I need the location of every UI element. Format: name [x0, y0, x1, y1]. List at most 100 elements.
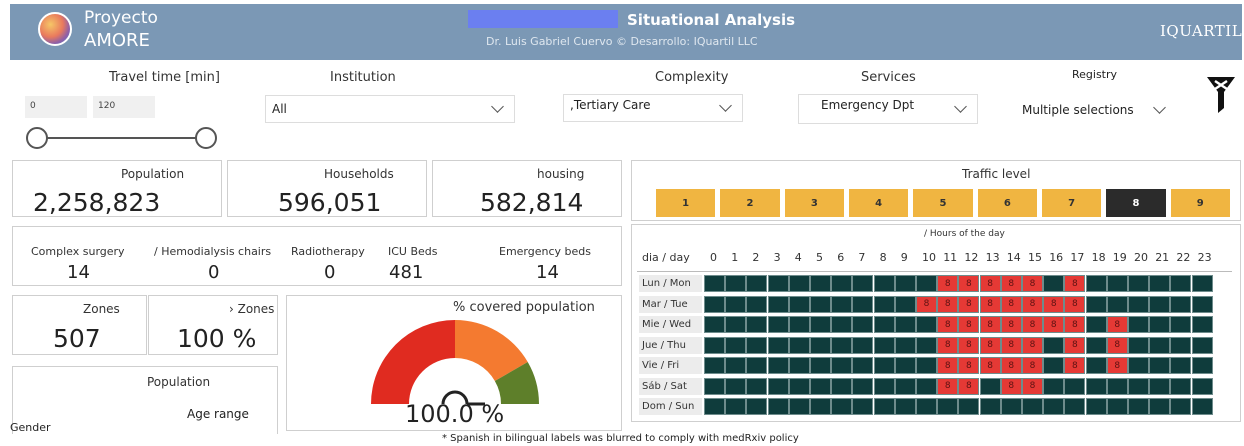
- hour-label: 4: [794, 251, 802, 264]
- housing-label: housing: [537, 167, 585, 181]
- travel-time-slider-track[interactable]: [36, 137, 208, 139]
- gauge-title: % covered population: [453, 300, 595, 315]
- chevron-down-icon: [954, 100, 967, 113]
- gender-label: Gender: [10, 421, 51, 434]
- zones-label: Zones: [83, 302, 120, 316]
- zones-value: 507: [53, 324, 101, 353]
- traffic-level-title: Traffic level: [962, 167, 1031, 181]
- complexity-label: Complexity: [655, 70, 729, 85]
- coverage-gauge-card: % covered population 100.0 %: [286, 295, 622, 431]
- households-card: Households 596,051: [227, 160, 427, 217]
- complex-surgery-label: Complex surgery: [31, 245, 125, 258]
- zones-card: Zones 507: [12, 295, 147, 355]
- hour-label: 13: [985, 251, 1000, 264]
- services-label: Services: [861, 70, 916, 85]
- title-highlight: [468, 10, 618, 28]
- hour-label: 0: [710, 251, 717, 264]
- hour-label: 2: [752, 251, 760, 264]
- hour-label: 15: [1028, 251, 1042, 264]
- hour-label: 19: [1112, 251, 1127, 264]
- traffic-level-card: Traffic level 123456789: [631, 160, 1241, 221]
- hour-label: 12: [964, 251, 979, 264]
- hour-label: 20: [1134, 251, 1148, 264]
- hours-header-row: 0 1 2 3 4 5 6 7 8 9 10 11 12 13 14 15 16 17 18 19 20 21 22 23: [632, 225, 1242, 423]
- brand-logo: IQUARTIL: [1160, 22, 1243, 40]
- hour-label: 17: [1070, 251, 1085, 264]
- app-name-line2: AMORE: [84, 30, 150, 51]
- population-panel: Population Age range Gender: [10, 366, 278, 434]
- population-label: Population: [121, 167, 185, 181]
- chevron-down-icon: [1153, 101, 1166, 114]
- hour-label: 3: [773, 251, 781, 264]
- hour-label: 10: [922, 251, 936, 264]
- travel-time-min-input[interactable]: 0: [25, 96, 87, 118]
- clear-filters-icon[interactable]: [1206, 76, 1236, 114]
- complexity-value: ,Tertiary Care: [570, 98, 651, 112]
- hour-label: 16: [1049, 251, 1064, 264]
- housing-card: housing 582,814: [432, 160, 622, 217]
- emergency-beds-label: Emergency beds: [499, 245, 592, 258]
- hour-label: 18: [1091, 251, 1106, 264]
- hemodialysis-label: / Hemodialysis chairs: [154, 245, 272, 258]
- resources-card: Complex surgery 14 / Hemodialysis chairs…: [12, 226, 622, 286]
- gauge-segment: [371, 320, 455, 404]
- coverage-gauge: [371, 320, 539, 406]
- hour-label: 21: [1155, 251, 1170, 264]
- hour-label: 6: [837, 251, 845, 264]
- services-dropdown[interactable]: Emergency Dpt: [798, 94, 978, 124]
- complexity-dropdown[interactable]: ,Tertiary Care: [563, 94, 743, 122]
- traffic-level-6[interactable]: 6: [977, 189, 1037, 217]
- zones-coverage-label: › Zones: [229, 302, 275, 316]
- gauge-value: 100.0 %: [405, 400, 505, 428]
- icu-beds-value: 481: [389, 262, 424, 283]
- traffic-level-selector: 123456789: [656, 189, 1230, 217]
- chevron-down-icon: [719, 99, 732, 112]
- zones-coverage-card: › Zones 100 %: [148, 295, 278, 355]
- hour-label: 9: [900, 251, 908, 264]
- hour-label: 22: [1176, 251, 1191, 264]
- traffic-level-5[interactable]: 5: [913, 189, 973, 217]
- app-name-line1: Proyecto: [84, 8, 158, 28]
- header-bar: [10, 4, 1242, 60]
- complex-surgery-value: 14: [67, 262, 90, 283]
- registry-dropdown[interactable]: Multiple selections: [1016, 95, 1186, 125]
- icu-beds-label: ICU Beds: [388, 245, 438, 258]
- radiotherapy-label: Radiotherapy: [291, 245, 365, 258]
- traffic-level-7[interactable]: 7: [1041, 189, 1102, 217]
- travel-time-label: Travel time [min]: [109, 70, 220, 85]
- travel-time-slider-max-handle[interactable]: [195, 127, 217, 149]
- chevron-down-icon: [491, 100, 504, 113]
- dashboard-root: { "header": { "app_name_line1": "Proyect…: [0, 0, 1244, 446]
- households-label: Households: [324, 167, 394, 181]
- hour-label: 23: [1197, 251, 1212, 264]
- amore-logo: [38, 12, 72, 46]
- traffic-level-8[interactable]: 8: [1106, 189, 1166, 217]
- services-value: Emergency Dpt: [821, 98, 915, 112]
- hour-label: 8: [879, 251, 887, 264]
- footnote: * Spanish in bilingual labels was blurre…: [442, 433, 799, 444]
- travel-time-slider-min-handle[interactable]: [26, 127, 48, 149]
- emergency-beds-value: 14: [536, 262, 559, 283]
- traffic-level-3[interactable]: 3: [784, 189, 844, 217]
- travel-time-max-input[interactable]: 120: [93, 96, 155, 118]
- hemodialysis-value: 0: [208, 262, 220, 283]
- institution-label: Institution: [330, 70, 396, 85]
- traffic-level-4[interactable]: 4: [848, 189, 909, 217]
- registry-value: Multiple selections: [1022, 103, 1134, 117]
- traffic-heatmap-card: / Hours of the day dia / day 01234567891…: [631, 224, 1241, 422]
- radiotherapy-value: 0: [324, 262, 336, 283]
- population-panel-title: Population: [147, 375, 211, 389]
- traffic-level-1[interactable]: 1: [656, 189, 716, 217]
- hour-label: 11: [943, 251, 958, 264]
- housing-value: 582,814: [480, 188, 584, 217]
- traffic-level-9[interactable]: 9: [1170, 189, 1230, 217]
- population-value: 2,258,823: [33, 188, 161, 217]
- traffic-level-2[interactable]: 2: [720, 189, 780, 217]
- institution-dropdown[interactable]: All: [265, 95, 515, 123]
- hour-label: 5: [816, 251, 823, 264]
- institution-value: All: [272, 102, 287, 116]
- population-card: Population 2,258,823: [12, 160, 222, 217]
- hour-label: 1: [731, 251, 739, 264]
- page-title: Situational Analysis: [627, 11, 796, 29]
- households-value: 596,051: [278, 188, 382, 217]
